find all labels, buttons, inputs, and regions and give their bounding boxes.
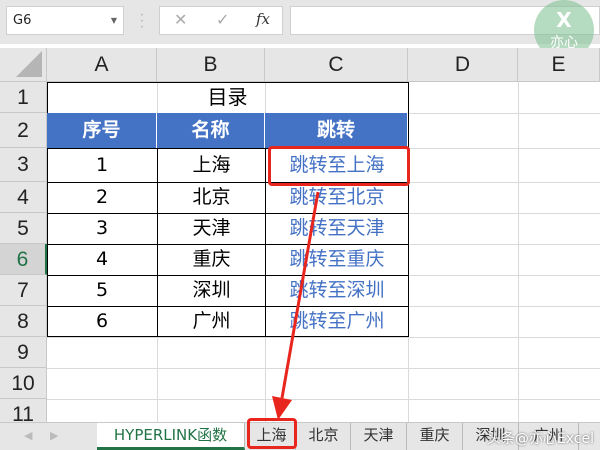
sheet-tab[interactable]: 天津 bbox=[351, 423, 407, 450]
arrow-annotation bbox=[272, 191, 320, 420]
highlight-box-tab bbox=[247, 418, 297, 449]
watermark: 头条@亦心Excel bbox=[486, 431, 594, 447]
sheet-tab[interactable]: 重庆 bbox=[407, 423, 463, 450]
next-sheet-icon[interactable]: ▶ bbox=[50, 429, 58, 442]
prev-sheet-icon[interactable]: ◀ bbox=[24, 429, 32, 442]
sheet-tab[interactable]: 北京 bbox=[297, 423, 351, 450]
sheet-tab[interactable]: HYPERLINK函数 bbox=[97, 423, 245, 450]
